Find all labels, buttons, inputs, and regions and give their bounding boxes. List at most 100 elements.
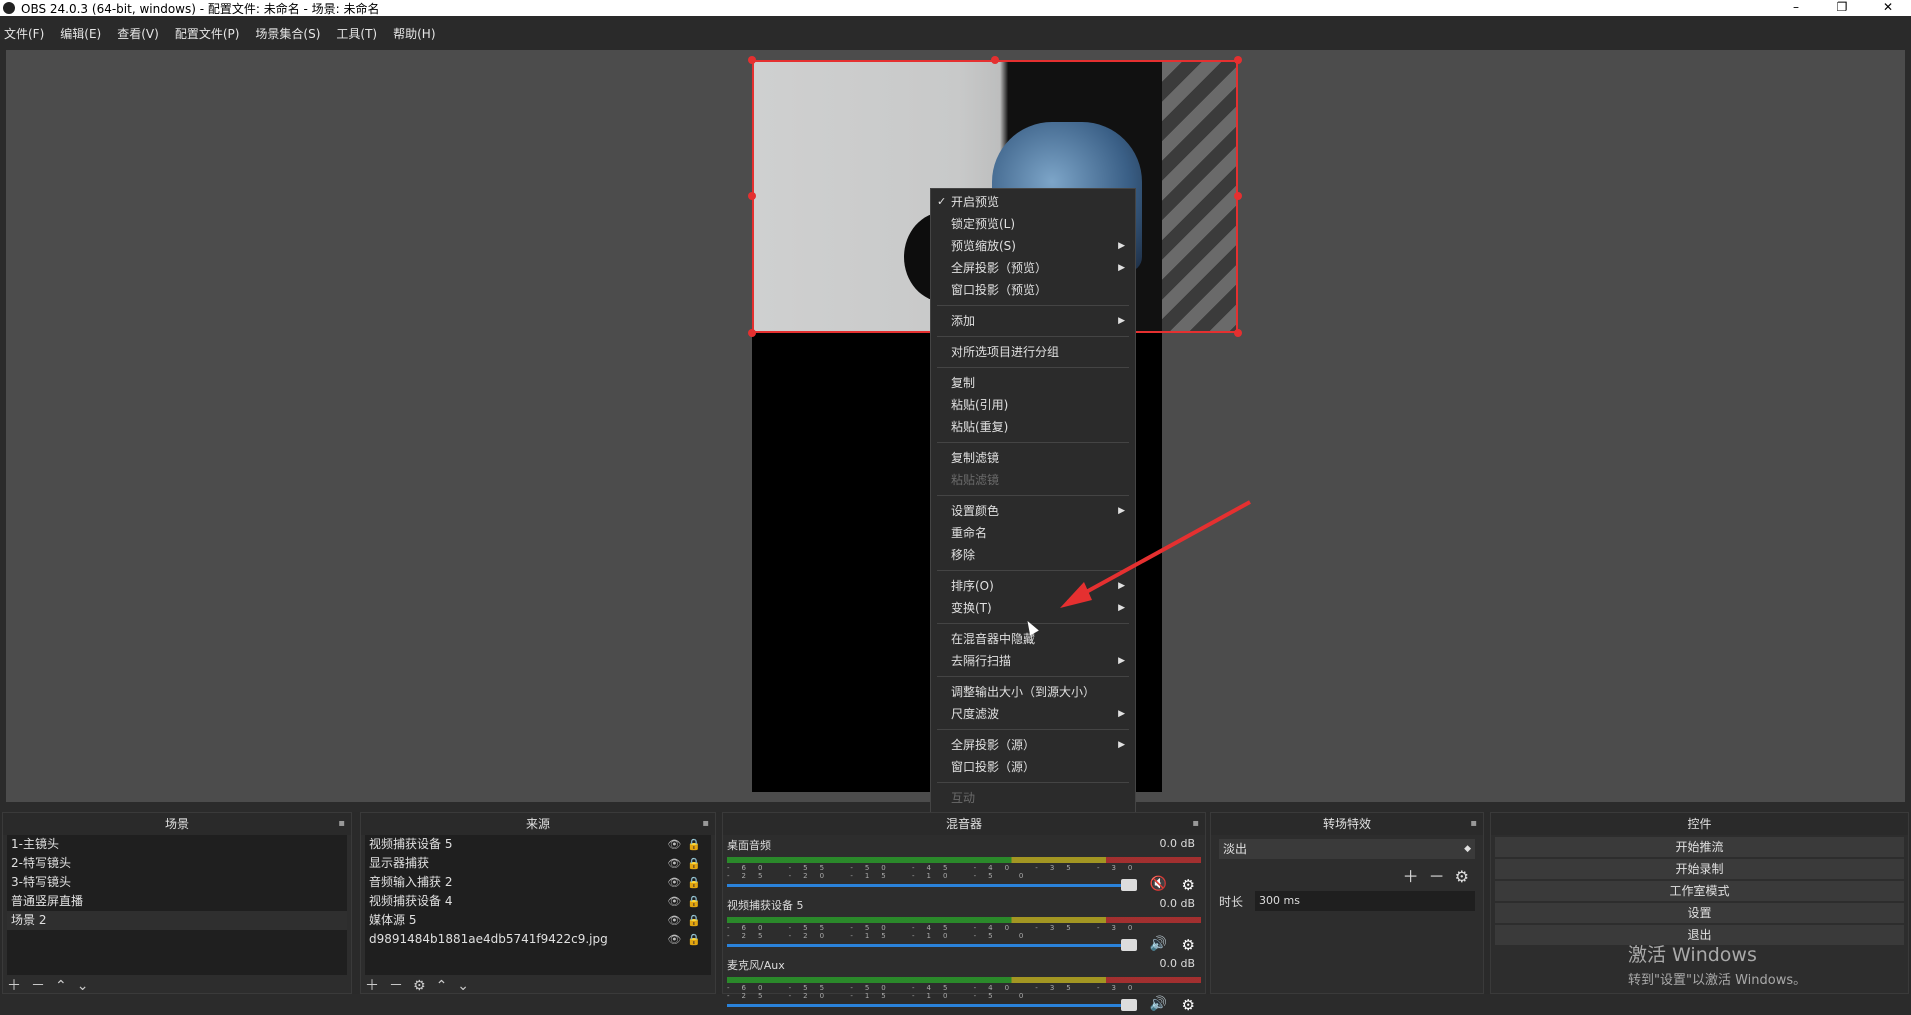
context-menu-item[interactable]: 预览缩放(S) ▶	[931, 235, 1135, 257]
context-menu-item[interactable]: 尺度滤波 ▶	[931, 703, 1135, 725]
close-button[interactable]: ✕	[1865, 0, 1911, 16]
menu-file[interactable]: 文件(F)	[4, 25, 44, 42]
dock-float-icon[interactable]: ▪	[1192, 813, 1199, 835]
resize-handle[interactable]	[991, 56, 999, 64]
source-item[interactable]: 音频输入捕获 2 👁🔒	[365, 873, 711, 892]
resize-handle[interactable]	[748, 192, 756, 200]
dock-float-icon[interactable]: ▪	[338, 813, 345, 835]
scene-item[interactable]: 1-主镜头	[7, 835, 347, 854]
context-menu-item[interactable]: 对所选项目进行分组	[931, 341, 1135, 363]
source-item[interactable]: 视频捕获设备 5 👁🔒	[365, 835, 711, 854]
visibility-lock-icon[interactable]: 👁🔒	[667, 911, 707, 930]
context-menu-item[interactable]: 去隔行扫描 ▶	[931, 650, 1135, 672]
check-icon: ✓	[937, 195, 947, 208]
scene-item[interactable]: 2-特写镜头	[7, 854, 347, 873]
resize-handle[interactable]	[1234, 192, 1242, 200]
context-menu: ✓ 开启预览锁定预览(L) 预览缩放(S) ▶ 全屏投影（预览） ▶ 窗口投影（预览） 添加 ▶…	[930, 188, 1136, 856]
context-menu-item[interactable]: 添加 ▶	[931, 310, 1135, 332]
control-button[interactable]: 开始推流	[1495, 837, 1904, 857]
dock-float-icon[interactable]: ▪	[702, 813, 709, 835]
visibility-lock-icon[interactable]: 👁🔒	[667, 930, 707, 949]
visibility-lock-icon[interactable]: 👁🔒	[667, 892, 707, 911]
context-menu-item[interactable]: 复制滤镜	[931, 447, 1135, 469]
resize-handle[interactable]	[748, 329, 756, 337]
move-down-icon[interactable]: ⌄	[457, 978, 469, 994]
minimize-button[interactable]: –	[1773, 0, 1819, 16]
context-menu-item[interactable]: 锁定预览(L)	[931, 213, 1135, 235]
source-item[interactable]: 视频捕获设备 4 👁🔒	[365, 892, 711, 911]
control-button[interactable]: 工作室模式	[1495, 881, 1904, 901]
slider-thumb[interactable]	[1121, 939, 1137, 951]
source-item-label: 显示器捕获	[369, 856, 430, 870]
context-menu-item[interactable]: 全屏投影（预览） ▶	[931, 257, 1135, 279]
menu-scene-collection[interactable]: 场景集合(S)	[255, 25, 320, 42]
source-item[interactable]: d9891484b1881ae4db5741f9422c9.jpg 👁🔒	[365, 930, 711, 949]
context-menu-item[interactable]: 全屏投影（源） ▶	[931, 734, 1135, 756]
mute-icon[interactable]: 🔇	[1150, 876, 1167, 892]
slider-thumb[interactable]	[1121, 999, 1137, 1011]
dock-float-icon[interactable]: ▪	[1470, 813, 1477, 835]
context-menu-item[interactable]: 粘贴(重复)	[931, 416, 1135, 438]
source-item[interactable]: 媒体源 5 👁🔒	[365, 911, 711, 930]
visibility-lock-icon[interactable]: 👁🔒	[667, 835, 707, 854]
source-item[interactable]: 显示器捕获 👁🔒	[365, 854, 711, 873]
gear-icon[interactable]: ⚙	[413, 978, 426, 994]
context-menu-item[interactable]: 窗口投影（源）	[931, 756, 1135, 778]
menu-help[interactable]: 帮助(H)	[393, 25, 435, 42]
menu-edit[interactable]: 编辑(E)	[60, 25, 101, 42]
scene-item[interactable]: 普通竖屏直播	[7, 892, 347, 911]
scenes-list[interactable]: 1-主镜头 2-特写镜头 3-特写镜头 普通竖屏直播 场景 2	[7, 835, 347, 975]
remove-scene-button[interactable]: －	[31, 978, 45, 994]
visibility-lock-icon[interactable]: 👁🔒	[667, 854, 707, 873]
resize-handle[interactable]	[1234, 56, 1242, 64]
add-source-button[interactable]: ＋	[365, 978, 379, 994]
context-menu-item[interactable]: ✓ 开启预览	[931, 191, 1135, 213]
move-down-icon[interactable]: ⌄	[77, 978, 89, 994]
speaker-icon[interactable]: 🔊	[1150, 996, 1167, 1012]
context-menu-item[interactable]: 调整输出大小（到源大小）	[931, 681, 1135, 703]
transitions-title: 转场特效	[1322, 817, 1371, 831]
menu-profile[interactable]: 配置文件(P)	[175, 25, 240, 42]
context-menu-item[interactable]: 设置颜色 ▶	[931, 500, 1135, 522]
remove-source-button[interactable]: －	[389, 978, 403, 994]
maximize-button[interactable]: ❐	[1819, 0, 1865, 16]
add-scene-button[interactable]: ＋	[7, 978, 21, 994]
visibility-lock-icon[interactable]: 👁🔒	[667, 873, 707, 892]
add-transition-button[interactable]: ＋	[1403, 867, 1419, 886]
menu-tools[interactable]: 工具(T)	[336, 25, 377, 42]
control-button[interactable]: 开始录制	[1495, 859, 1904, 879]
transition-select[interactable]: 淡出 ◆	[1219, 839, 1475, 859]
gear-icon[interactable]: ⚙	[1182, 996, 1195, 1014]
remove-transition-button[interactable]: －	[1429, 867, 1445, 886]
resize-handle[interactable]	[1234, 329, 1242, 337]
duration-field[interactable]: 300 ms	[1255, 891, 1475, 911]
control-button[interactable]: 设置	[1495, 903, 1904, 923]
menu-separator	[937, 336, 1129, 337]
source-item-label: d9891484b1881ae4db5741f9422c9.jpg	[369, 932, 608, 946]
source-item-label: 媒体源 5	[369, 913, 417, 927]
volume-slider[interactable]: 🔇 ⚙	[727, 876, 1201, 894]
slider-thumb[interactable]	[1121, 879, 1137, 891]
context-menu-item[interactable]: 移除	[931, 544, 1135, 566]
sources-list[interactable]: 视频捕获设备 5 👁🔒 显示器捕获 👁🔒 音频输入捕获 2 👁🔒 视频捕获设备 4 👁🔒 媒体源…	[365, 835, 711, 975]
speaker-icon[interactable]: 🔊	[1150, 936, 1167, 952]
gear-icon[interactable]: ⚙	[1455, 867, 1469, 886]
context-menu-item[interactable]: 重命名	[931, 522, 1135, 544]
context-menu-item[interactable]: 复制	[931, 372, 1135, 394]
resize-handle[interactable]	[748, 56, 756, 64]
menu-view[interactable]: 查看(V)	[117, 25, 159, 42]
scene-item[interactable]: 场景 2	[7, 911, 347, 930]
volume-slider[interactable]: 🔊 ⚙	[727, 996, 1201, 1014]
context-menu-item[interactable]: 排序(O) ▶	[931, 575, 1135, 597]
watermark-line1: 激活 Windows	[1628, 944, 1757, 966]
gear-icon[interactable]: ⚙	[1182, 936, 1195, 954]
move-up-icon[interactable]: ⌃	[436, 978, 448, 994]
context-menu-item[interactable]: 变换(T) ▶	[931, 597, 1135, 619]
move-up-icon[interactable]: ⌃	[55, 978, 67, 994]
scene-item[interactable]: 3-特写镜头	[7, 873, 347, 892]
context-menu-item[interactable]: 窗口投影（预览）	[931, 279, 1135, 301]
gear-icon[interactable]: ⚙	[1182, 876, 1195, 894]
context-menu-item[interactable]: 粘贴(引用)	[931, 394, 1135, 416]
volume-slider[interactable]: 🔊 ⚙	[727, 936, 1201, 954]
context-menu-item-label: 开启预览	[951, 195, 1000, 209]
